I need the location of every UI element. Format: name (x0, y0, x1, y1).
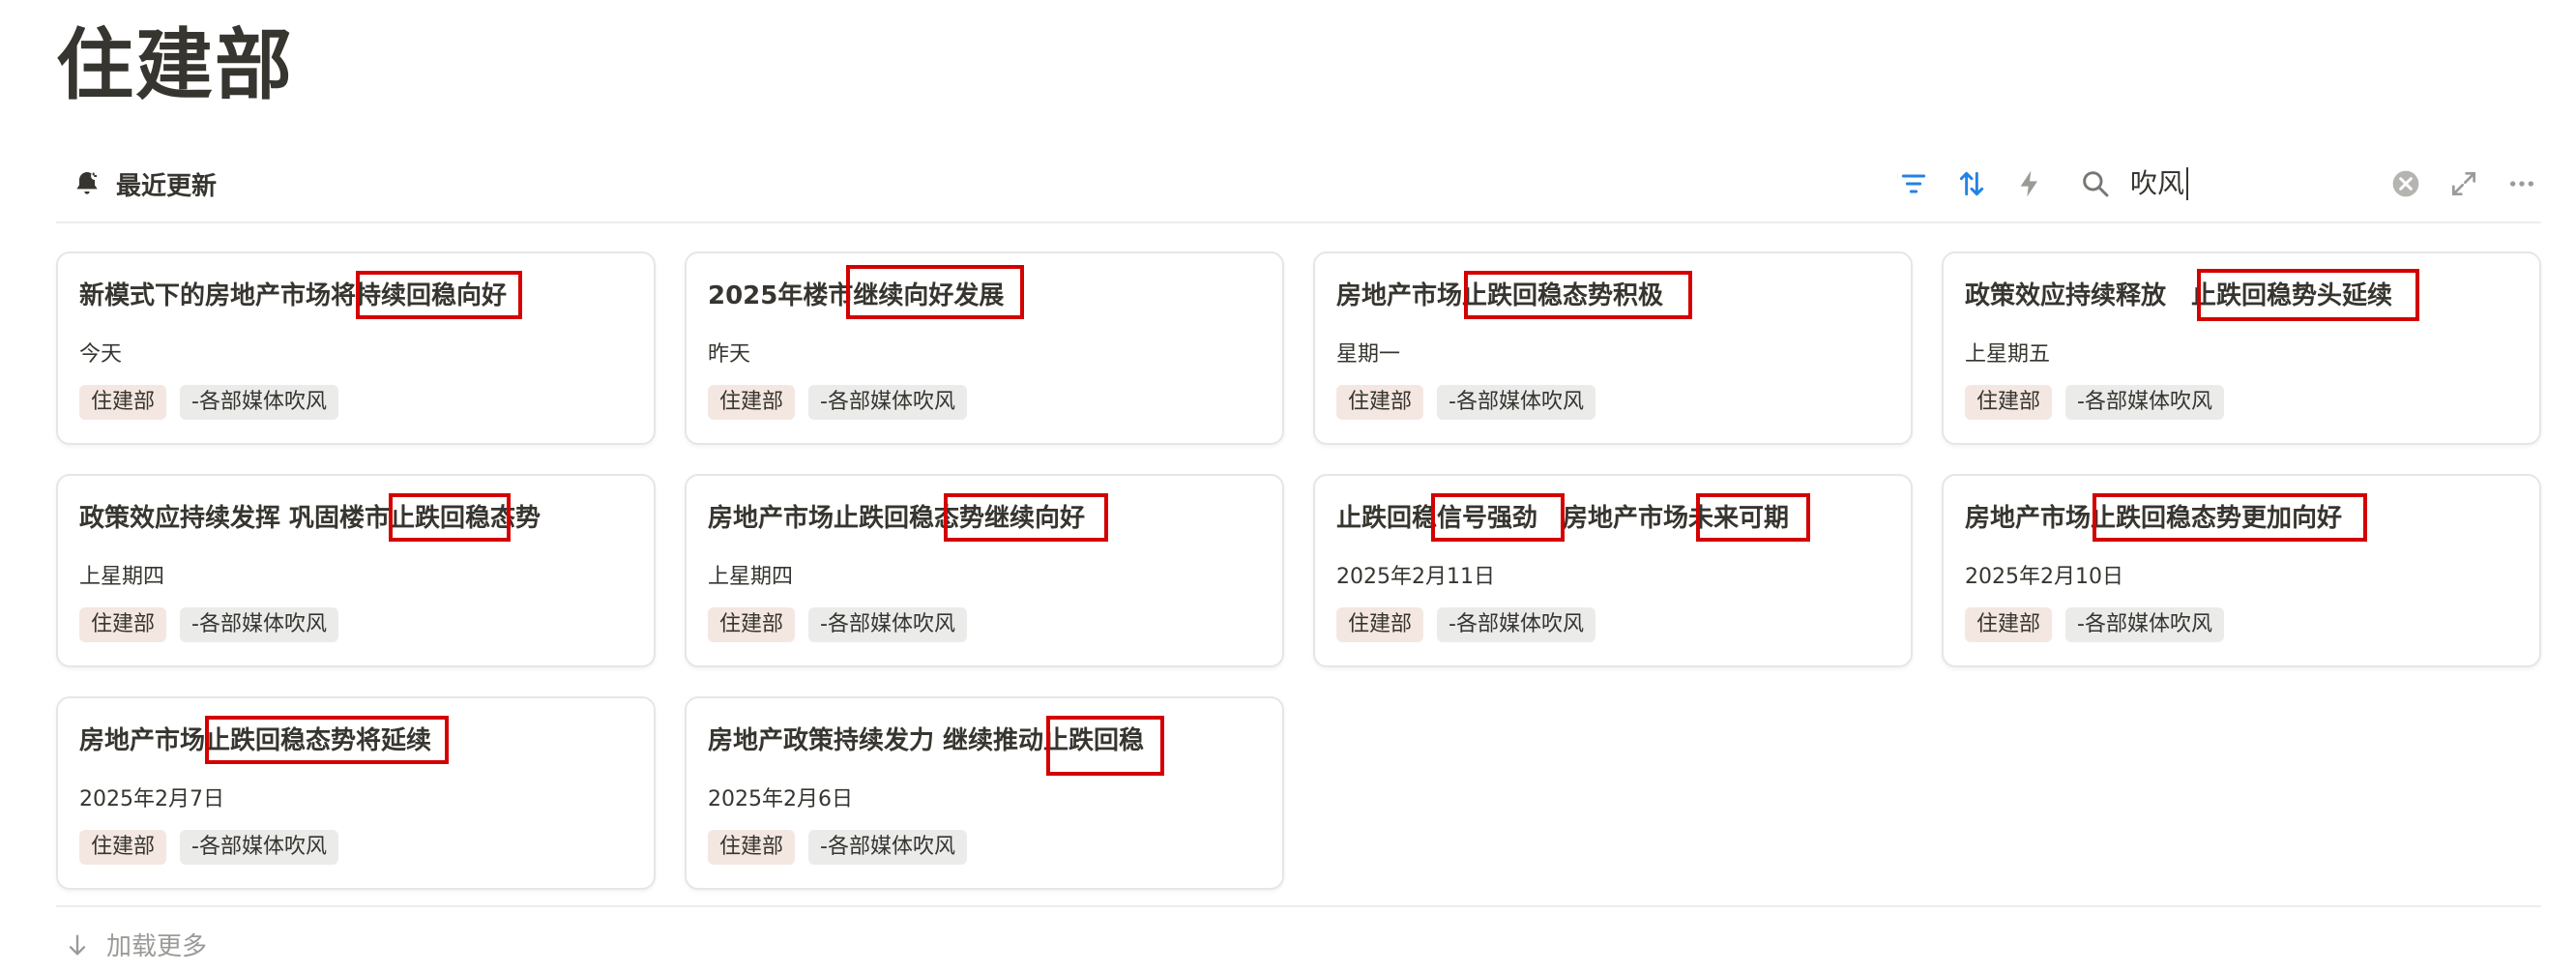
gallery-card[interactable]: 房地产市场止跌回稳态势继续向好 上星期四 住建部 -各部媒体吹风 (685, 474, 1284, 667)
tag-department: 住建部 (79, 830, 167, 865)
card-title: 房地产市场止跌回稳态势将延续 (79, 726, 432, 755)
expand-icon[interactable] (2444, 164, 2483, 203)
card-title: 房地产市场止跌回稳态势更加向好 (1965, 504, 2343, 533)
arrow-down-icon (69, 934, 86, 955)
card-title: 政策效应持续发挥 巩固楼市止跌回稳态势 (79, 504, 542, 533)
database-toolbar: 最近更新 吹风 (56, 155, 2541, 213)
card-title: 2025年楼市继续向好发展 (708, 281, 1005, 310)
toolbar-divider (56, 221, 2541, 223)
card-title: 房地产市场止跌回稳态势积极 (1336, 281, 1664, 310)
tag-category: -各部媒体吹风 (1437, 607, 1595, 642)
tag-category: -各部媒体吹风 (2065, 607, 2224, 642)
tag-department: 住建部 (79, 607, 167, 642)
more-icon[interactable] (2503, 164, 2541, 203)
sort-icon[interactable] (1952, 164, 1991, 203)
search-box[interactable]: 吹风 (2064, 164, 2425, 203)
view-tab-recent[interactable]: 最近更新 (72, 155, 217, 213)
tag-category: -各部媒体吹风 (2065, 385, 2224, 420)
card-tags: 住建部 -各部媒体吹风 (708, 385, 967, 420)
card-date: 2025年2月6日 (708, 787, 853, 811)
tag-category: -各部媒体吹风 (180, 607, 338, 642)
tag-department: 住建部 (1965, 385, 2053, 420)
tag-category: -各部媒体吹风 (1437, 385, 1595, 420)
card-tags: 住建部 -各部媒体吹风 (1965, 385, 2224, 420)
page-title: 住建部 (56, 20, 294, 110)
card-date: 今天 (79, 342, 123, 367)
card-title: 止跌回稳信号强劲 房地产市场未来可期 (1336, 504, 1790, 533)
card-tags: 住建部 -各部媒体吹风 (79, 830, 338, 865)
gallery-card[interactable]: 房地产市场止跌回稳态势更加向好 2025年2月10日 住建部 -各部媒体吹风 (1942, 474, 2541, 667)
search-icon (2076, 164, 2115, 203)
tag-department: 住建部 (708, 607, 796, 642)
bell-icon (76, 172, 99, 194)
search-input[interactable]: 吹风 (2130, 167, 2188, 200)
gallery-card[interactable]: 止跌回稳信号强劲 房地产市场未来可期 2025年2月11日 住建部 -各部媒体吹… (1313, 474, 1913, 667)
tag-category: -各部媒体吹风 (180, 385, 338, 420)
card-date: 2025年2月7日 (79, 787, 224, 811)
tag-category: -各部媒体吹风 (808, 385, 967, 420)
tag-category: -各部媒体吹风 (180, 830, 338, 865)
card-date: 上星期五 (1965, 342, 2051, 367)
card-tags: 住建部 -各部媒体吹风 (708, 607, 967, 642)
clear-icon[interactable] (2386, 164, 2425, 203)
gallery-card[interactable]: 房地产市场止跌回稳态势积极 星期一 住建部 -各部媒体吹风 (1313, 251, 1913, 445)
card-date: 上星期四 (708, 565, 794, 589)
tag-department: 住建部 (79, 385, 167, 420)
card-tags: 住建部 -各部媒体吹风 (79, 385, 338, 420)
card-tags: 住建部 -各部媒体吹风 (1965, 607, 2224, 642)
tag-category: -各部媒体吹风 (808, 830, 967, 865)
gallery-card[interactable]: 政策效应持续释放 止跌回稳势头延续 上星期五 住建部 -各部媒体吹风 (1942, 251, 2541, 445)
card-title: 新模式下的房地产市场将持续回稳向好 (79, 281, 508, 310)
tag-department: 住建部 (708, 385, 796, 420)
gallery-card[interactable]: 政策效应持续发挥 巩固楼市止跌回稳态势 上星期四 住建部 -各部媒体吹风 (56, 474, 656, 667)
card-title: 房地产政策持续发力 继续推动止跌回稳 (708, 726, 1145, 755)
tag-department: 住建部 (1965, 607, 2053, 642)
toolbar-actions: 吹风 (1875, 155, 2541, 213)
gallery-card[interactable]: 新模式下的房地产市场将持续回稳向好 今天 住建部 -各部媒体吹风 (56, 251, 656, 445)
card-title: 政策效应持续释放 止跌回稳势头延续 (1965, 281, 2393, 310)
footer-divider (56, 905, 2541, 907)
card-tags: 住建部 -各部媒体吹风 (79, 607, 338, 642)
gallery-card[interactable]: 房地产政策持续发力 继续推动止跌回稳 2025年2月6日 住建部 -各部媒体吹风 (685, 696, 1284, 890)
load-more-label: 加载更多 (106, 932, 208, 961)
view-tab-label: 最近更新 (116, 171, 218, 201)
gallery-card[interactable]: 2025年楼市继续向好发展 昨天 住建部 -各部媒体吹风 (685, 251, 1284, 445)
card-title: 房地产市场止跌回稳态势继续向好 (708, 504, 1086, 533)
tag-department: 住建部 (708, 830, 796, 865)
card-date: 星期一 (1336, 342, 1401, 367)
lightning-icon[interactable] (2010, 164, 2049, 203)
card-date: 2025年2月11日 (1336, 565, 1495, 589)
tag-department: 住建部 (1336, 607, 1424, 642)
tag-department: 住建部 (1336, 385, 1424, 420)
tag-category: -各部媒体吹风 (808, 607, 967, 642)
card-date: 2025年2月10日 (1965, 565, 2123, 589)
gallery-card[interactable]: 房地产市场止跌回稳态势将延续 2025年2月7日 住建部 -各部媒体吹风 (56, 696, 656, 890)
card-tags: 住建部 -各部媒体吹风 (1336, 385, 1595, 420)
card-date: 昨天 (708, 342, 751, 367)
filter-icon[interactable] (1894, 164, 1933, 203)
load-more-button[interactable]: 加载更多 (64, 927, 207, 962)
card-tags: 住建部 -各部媒体吹风 (1336, 607, 1595, 642)
card-date: 上星期四 (79, 565, 165, 589)
card-tags: 住建部 -各部媒体吹风 (708, 830, 967, 865)
